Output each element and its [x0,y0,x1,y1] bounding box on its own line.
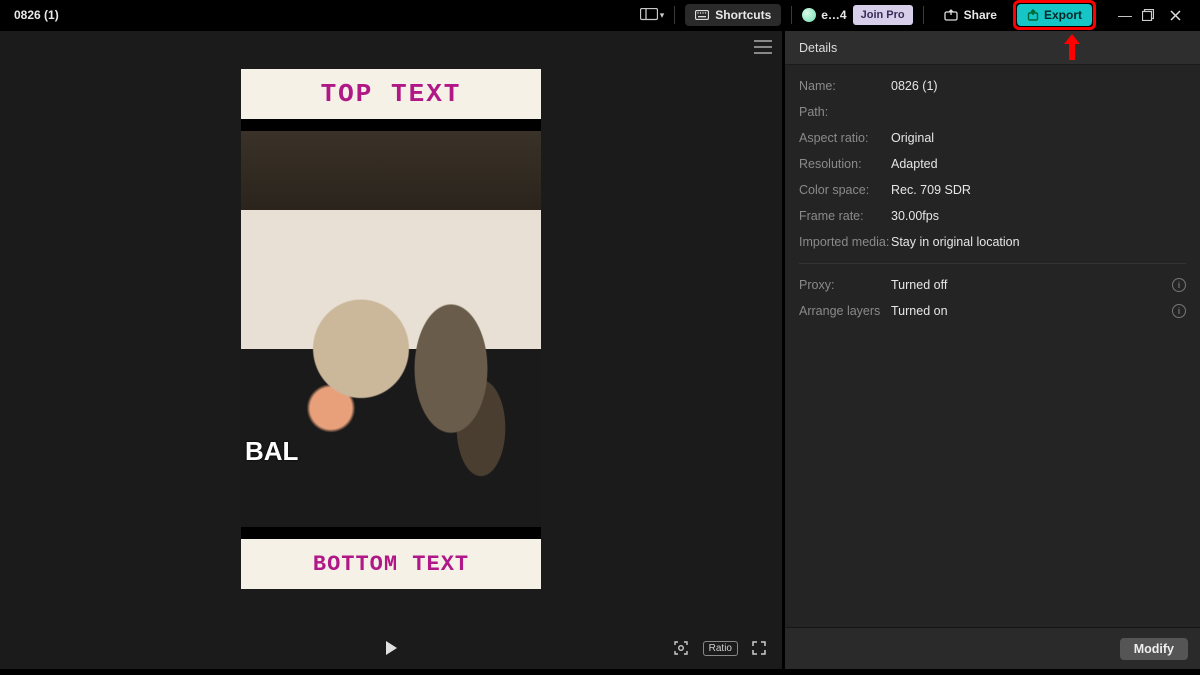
video-canvas: TOP TEXT BAL BOTTOM TEXT [241,69,541,589]
modify-button[interactable]: Modify [1120,638,1188,660]
join-pro-button[interactable]: Join Pro [853,5,913,25]
detail-value: Stay in original location [891,235,1020,249]
detail-value: 0826 (1) [891,79,938,93]
share-button[interactable]: Share [934,4,1007,26]
detail-label: Proxy: [799,278,891,292]
detail-row-proxy: Proxy: Turned off i [799,272,1186,298]
detail-label: Frame rate: [799,209,891,223]
details-header: Details [785,31,1200,65]
detail-label: Resolution: [799,157,891,171]
detail-row-imported: Imported media: Stay in original locatio… [799,229,1186,255]
meme-photo: BAL [241,131,541,527]
play-icon [384,640,398,656]
detail-value: Rec. 709 SDR [891,183,971,197]
details-panel: Details Name: 0826 (1) Path: Aspect rati… [784,31,1200,669]
player-bar: Ratio [0,627,782,669]
photo-overlay-text: BAL [245,436,298,467]
detail-label: Color space: [799,183,891,197]
detail-row-resolution: Resolution: Adapted [799,151,1186,177]
detail-value: Turned off [891,278,947,292]
preview-panel: TOP TEXT BAL BOTTOM TEXT Ratio [0,31,784,669]
detail-label: Path: [799,105,891,119]
shortcuts-label: Shortcuts [715,8,771,22]
layout-icon[interactable]: ▾ [640,4,665,26]
export-label: Export [1044,8,1082,22]
scan-icon [673,640,689,656]
export-icon [1027,9,1039,21]
detail-label: Name: [799,79,891,93]
share-icon [944,9,958,21]
window-maximize-button[interactable] [1142,9,1164,21]
detail-value: Turned on [891,304,948,318]
info-icon[interactable]: i [1172,278,1186,292]
divider [799,263,1186,264]
window-minimize-button[interactable]: — [1114,7,1136,23]
detail-value: Adapted [891,157,938,171]
fullscreen-button[interactable] [752,641,766,655]
user-chip[interactable]: e…4 [802,8,846,22]
scan-frame-button[interactable] [673,640,689,656]
user-label: e…4 [821,8,846,22]
detail-value: 30.00fps [891,209,939,223]
export-highlight-box: Export [1013,0,1096,30]
detail-row-name: Name: 0826 (1) [799,73,1186,99]
details-body: Name: 0826 (1) Path: Aspect ratio: Origi… [785,65,1200,627]
canvas-area[interactable]: TOP TEXT BAL BOTTOM TEXT [0,31,782,627]
keyboard-icon [695,10,709,20]
shortcuts-button[interactable]: Shortcuts [685,4,781,26]
main-area: TOP TEXT BAL BOTTOM TEXT Ratio [0,30,1200,669]
detail-row-aspect: Aspect ratio: Original [799,125,1186,151]
top-bar: 0826 (1) ▾ Shortcuts e…4 Join Pro Share … [0,0,1200,30]
avatar-icon [802,8,816,22]
detail-row-framerate: Frame rate: 30.00fps [799,203,1186,229]
details-footer: Modify [785,627,1200,669]
detail-label: Aspect ratio: [799,131,891,145]
play-button[interactable] [384,640,398,656]
detail-value: Original [891,131,934,145]
fullscreen-icon [752,641,766,655]
ratio-button[interactable]: Ratio [703,641,738,656]
project-title: 0826 (1) [8,8,65,22]
detail-row-path: Path: [799,99,1186,125]
window-close-button[interactable] [1170,10,1192,21]
info-icon[interactable]: i [1172,304,1186,318]
detail-row-colorspace: Color space: Rec. 709 SDR [799,177,1186,203]
meme-top-text: TOP TEXT [241,69,541,119]
export-button[interactable]: Export [1017,4,1092,26]
detail-row-arrange: Arrange layers Turned on i [799,298,1186,324]
preview-panel-menu-button[interactable] [754,39,772,55]
bottom-strip [0,669,1200,675]
detail-label: Imported media: [799,235,891,249]
share-label: Share [964,8,997,22]
detail-label: Arrange layers [799,304,891,318]
meme-bottom-text: BOTTOM TEXT [241,539,541,589]
